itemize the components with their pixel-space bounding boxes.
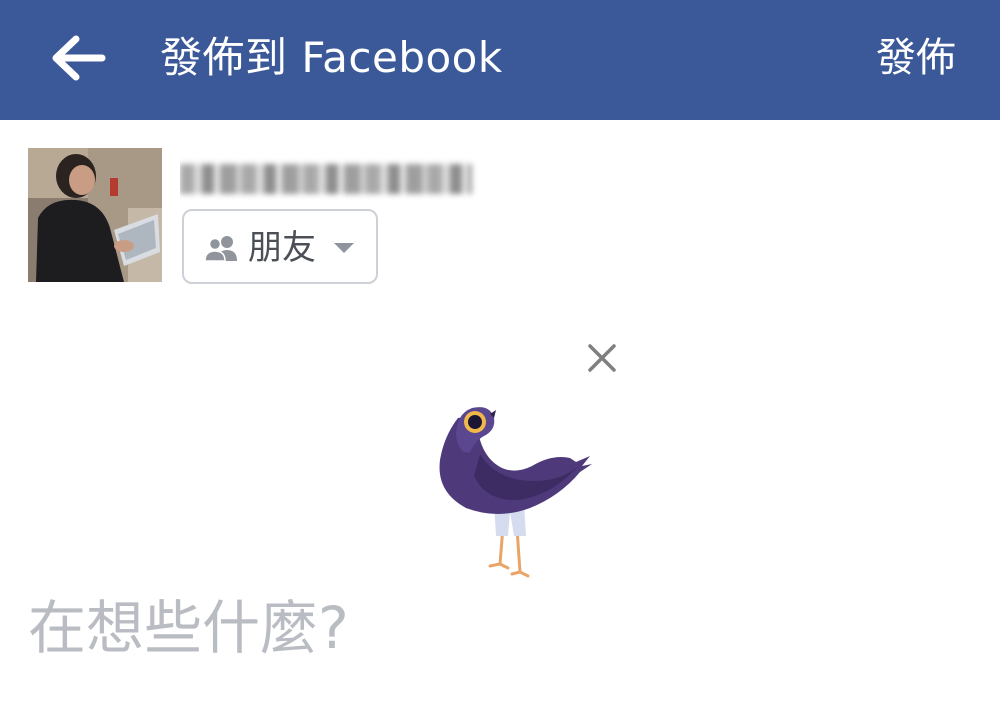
pixelated-username (180, 164, 472, 194)
top-app-bar: 發佈到 Facebook 發佈 (0, 0, 1000, 120)
avatar[interactable] (28, 148, 162, 282)
user-photo (28, 148, 162, 282)
post-button[interactable]: 發佈 (876, 28, 956, 88)
page-title: 發佈到 Facebook (160, 33, 503, 82)
audience-label: 朋友 (248, 228, 316, 268)
caret-down-icon (334, 243, 354, 253)
arrow-left-icon (52, 35, 106, 81)
sticker-image (420, 396, 610, 586)
purple-pigeon-sticker (439, 407, 592, 578)
close-icon (588, 344, 616, 372)
back-button[interactable] (44, 24, 112, 92)
username (180, 152, 480, 204)
status-input[interactable]: 在想些什麼? (28, 586, 928, 670)
friends-icon (204, 236, 237, 261)
audience-selector-button[interactable]: 朋友 (182, 209, 378, 284)
compose-post-screen: 發佈到 Facebook 發佈 朋友 在想些什麼? (0, 0, 1000, 708)
remove-sticker-button[interactable] (580, 336, 624, 380)
